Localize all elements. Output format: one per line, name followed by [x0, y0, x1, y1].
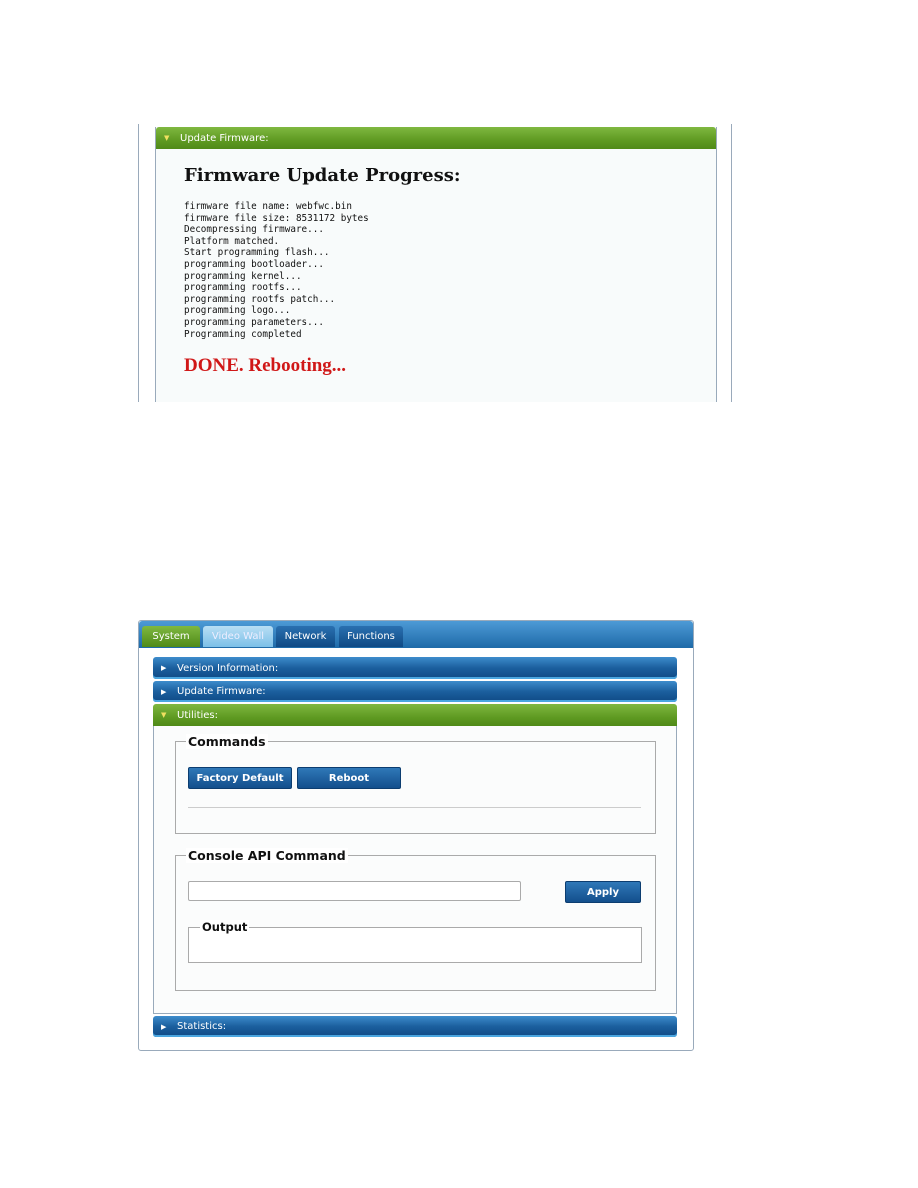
output-fieldset — [188, 927, 642, 963]
log-line: programming rootfs... — [184, 282, 302, 294]
log-line: Platform matched. — [184, 235, 280, 247]
output-legend: Output — [200, 920, 250, 934]
log-line: programming parameters... — [184, 316, 324, 328]
update-firmware-header[interactable]: ▼ Update Firmware: — [156, 127, 716, 149]
tab-label: Network — [284, 631, 327, 642]
log-line: programming logo... — [184, 305, 291, 317]
factory-default-button[interactable]: Factory Default — [188, 767, 292, 789]
expanded-arrow-icon: ▼ — [164, 134, 170, 142]
tab-label: Video Wall — [211, 631, 265, 642]
log-line: Start programming flash... — [184, 247, 330, 259]
update-firmware-section-header[interactable]: ▶ Update Firmware: — [153, 681, 677, 702]
tab-functions[interactable]: Functions — [339, 626, 403, 647]
commands-legend: Commands — [186, 734, 268, 749]
console-command-input[interactable] — [188, 881, 521, 901]
collapsed-arrow-icon: ▶ — [161, 664, 167, 672]
tab-network[interactable]: Network — [276, 626, 335, 647]
tab-video-wall[interactable]: Video Wall — [203, 626, 273, 647]
done-status: DONE. Rebooting... — [184, 355, 347, 376]
section-label: Utilities: — [177, 709, 219, 721]
console-api-legend: Console API Command — [186, 848, 348, 863]
log-line: firmware file size: 8531172 bytes — [184, 212, 369, 224]
utilities-header[interactable]: ▼ Utilities: — [153, 704, 677, 726]
progress-title: Firmware Update Progress: — [184, 165, 461, 186]
log-line: programming kernel... — [184, 270, 302, 282]
log-line: programming bootloader... — [184, 258, 324, 270]
collapsed-arrow-icon: ▶ — [161, 687, 167, 696]
statistics-header[interactable]: ▶ Statistics: — [153, 1016, 677, 1037]
apply-button[interactable]: Apply — [565, 881, 641, 903]
collapsed-arrow-icon: ▶ — [161, 1022, 167, 1031]
version-information-header[interactable]: ▶ Version Information: — [153, 657, 677, 679]
tab-label: Functions — [347, 631, 395, 642]
section-label: Version Information: — [177, 662, 279, 674]
tab-system[interactable]: System — [142, 626, 200, 647]
commands-divider — [188, 807, 641, 808]
section-label: Update Firmware: — [177, 686, 266, 697]
log-line: programming rootfs patch... — [184, 293, 336, 305]
section-label: Statistics: — [177, 1021, 227, 1032]
reboot-button[interactable]: Reboot — [297, 767, 401, 789]
update-firmware-header-label: Update Firmware: — [180, 132, 269, 144]
log-line: Programming completed — [184, 328, 302, 340]
frame-left-border — [138, 124, 139, 402]
progress-log: firmware file name: webfwc.bin firmware f… — [184, 201, 369, 340]
log-line: Decompressing firmware... — [184, 224, 324, 236]
tab-label: System — [152, 631, 190, 642]
firmware-panel: ▼ Update Firmware: Firmware Update Progr… — [155, 127, 717, 402]
frame-right-border — [731, 124, 732, 402]
log-line: firmware file name: webfwc.bin — [184, 201, 352, 212]
expanded-arrow-icon: ▼ — [161, 711, 167, 719]
